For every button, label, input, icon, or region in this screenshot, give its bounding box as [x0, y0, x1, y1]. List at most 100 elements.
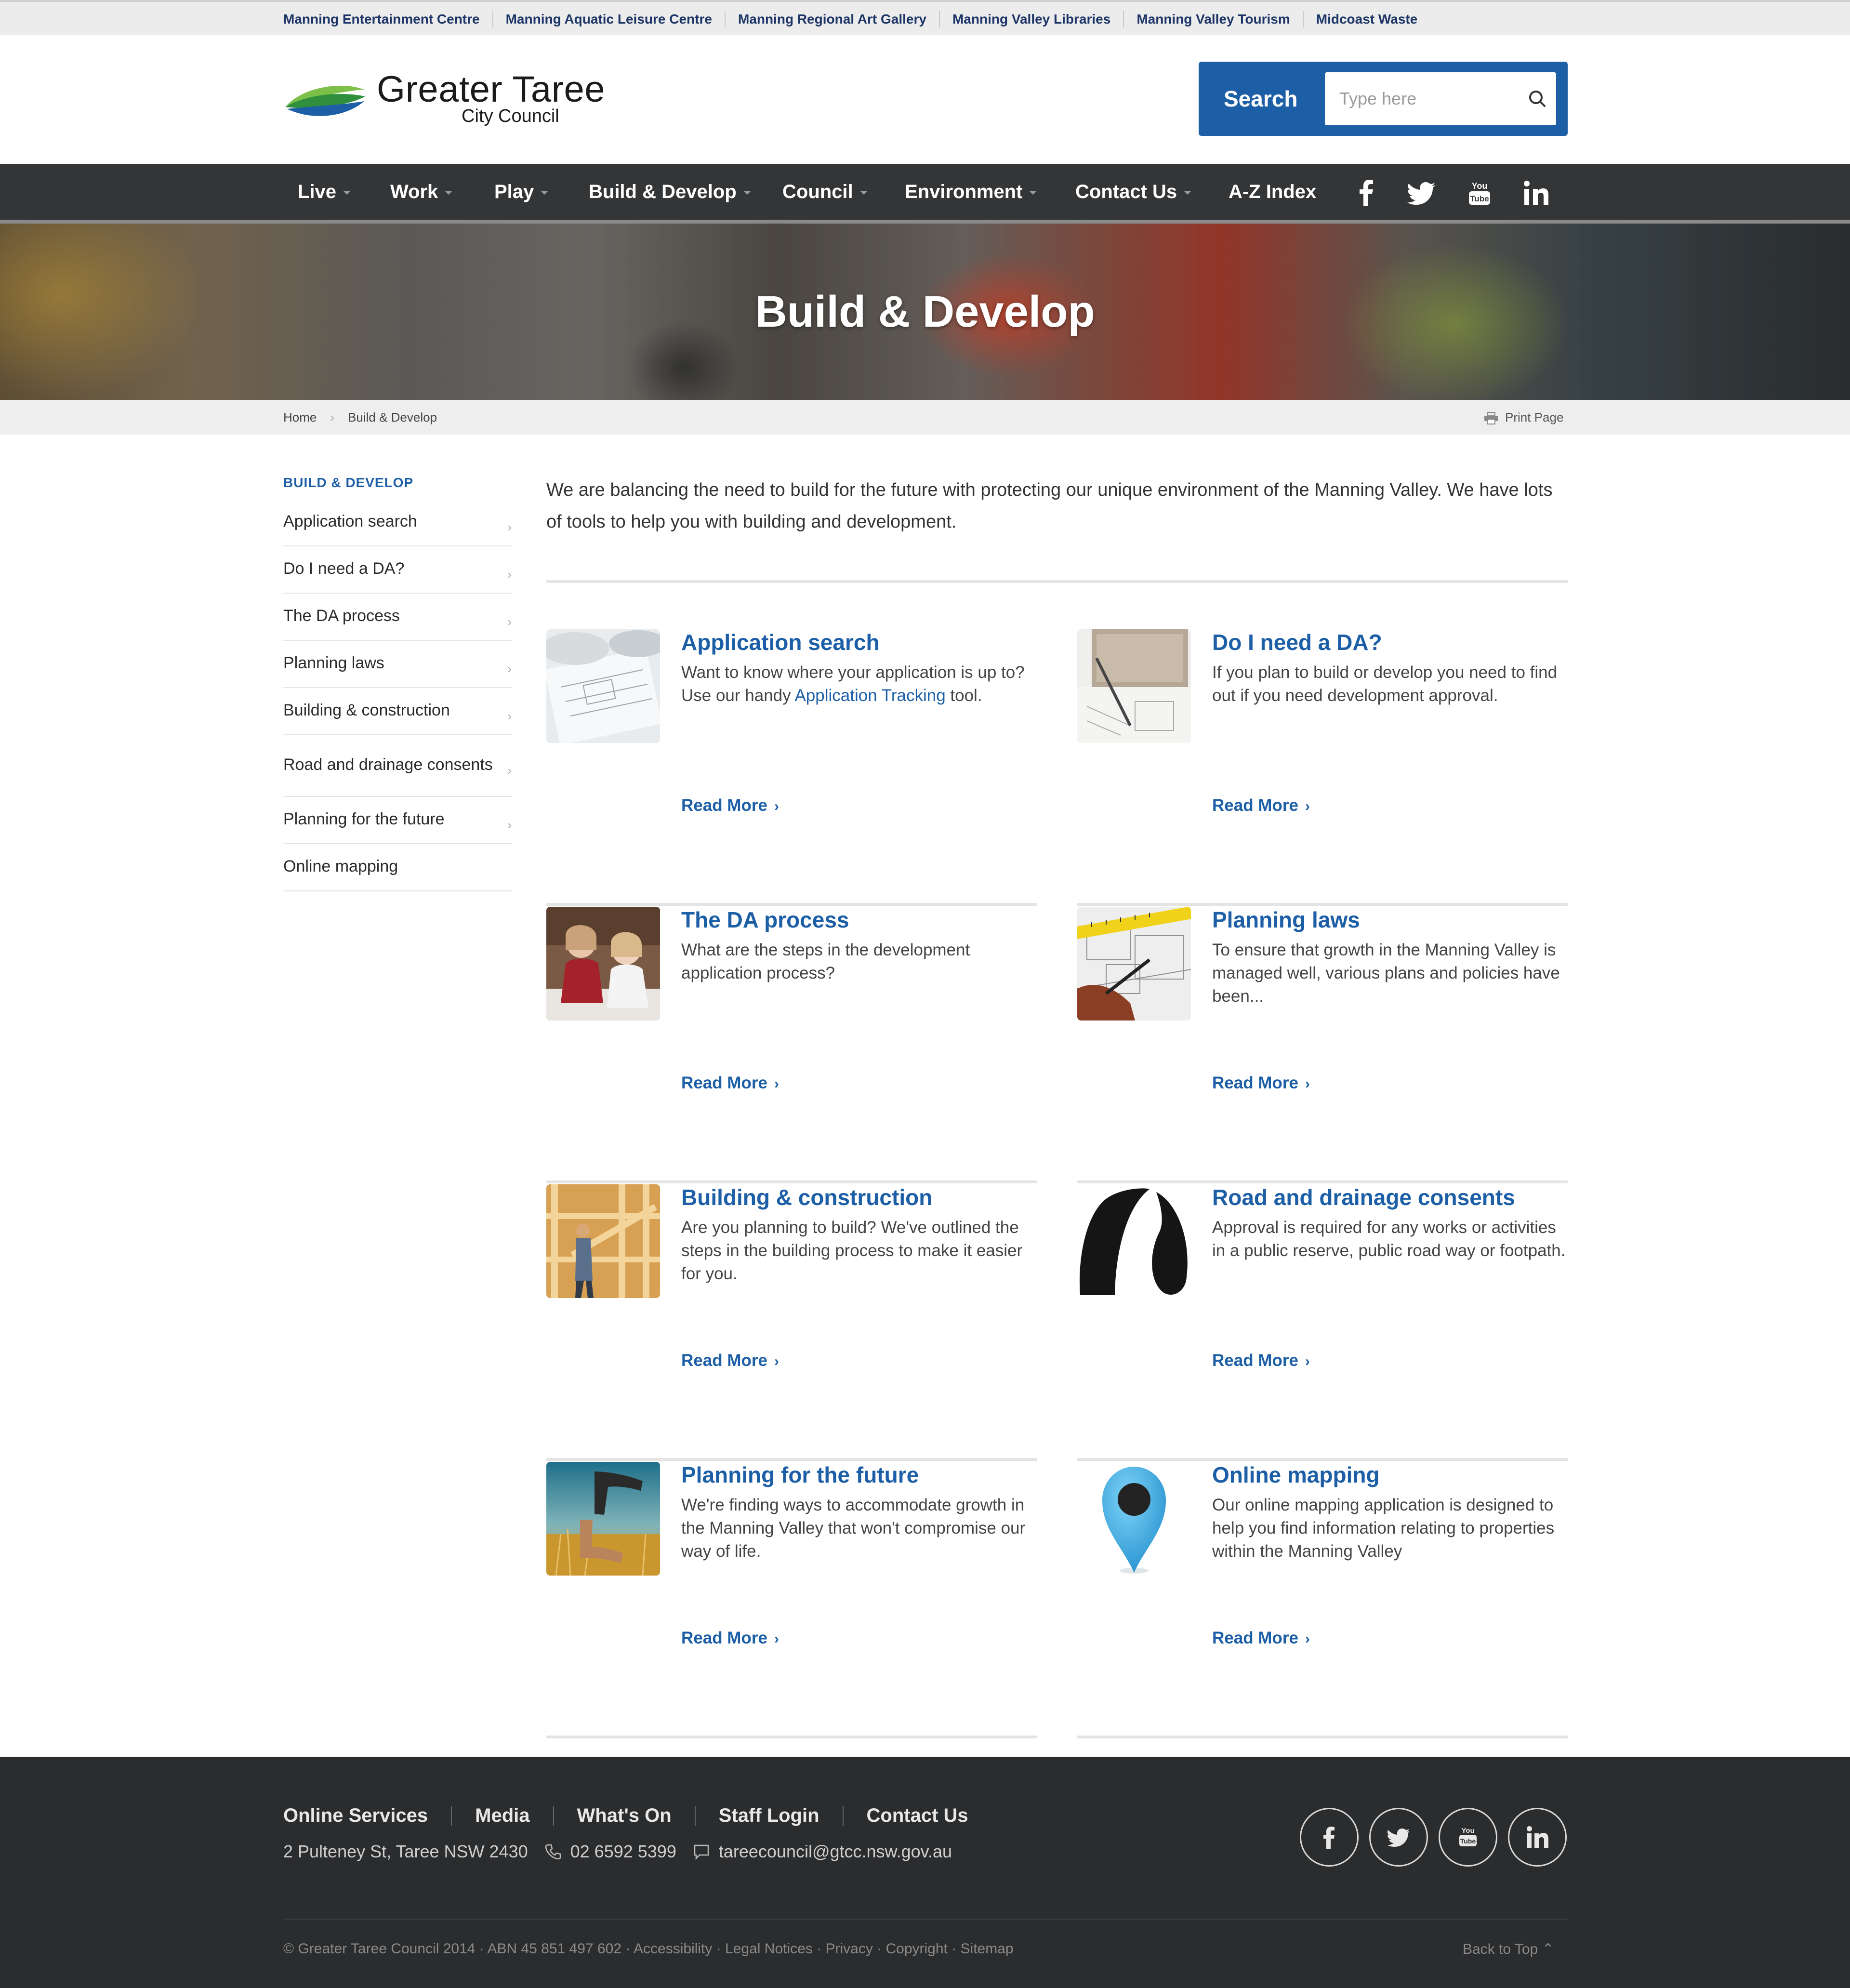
nav-item-environment[interactable]: Environment	[905, 164, 1037, 220]
card-image-wheat-field[interactable]	[546, 1462, 660, 1576]
read-more-link[interactable]: Read More ›	[1212, 1074, 1310, 1093]
svg-text:You: You	[1472, 181, 1488, 191]
sidebar-item-online-mapping[interactable]: Online mapping	[283, 844, 513, 891]
chevron-right-icon: ›	[507, 614, 512, 629]
footer-link-staff-login[interactable]: Staff Login	[719, 1805, 819, 1827]
footer-phone[interactable]: 02 6592 5399	[570, 1842, 676, 1862]
card-planning-laws: Planning laws To ensure that growth in t…	[1077, 907, 1568, 1183]
linkedin-icon[interactable]	[1520, 178, 1553, 207]
site-logo[interactable]: Greater Taree City Council	[284, 68, 631, 126]
read-more-label: Read More	[681, 1074, 767, 1092]
breadcrumb-home[interactable]: Home	[283, 410, 317, 424]
card-title[interactable]: Application search	[681, 629, 880, 655]
application-tracking-link[interactable]: Application Tracking	[794, 686, 945, 705]
read-more-link[interactable]: Read More ›	[681, 796, 779, 815]
card-title[interactable]: Building & construction	[681, 1184, 932, 1210]
nav-label: Live	[298, 181, 337, 202]
read-more-link[interactable]: Read More ›	[1212, 796, 1310, 815]
sidebar-item-do-i-need-a-da[interactable]: Do I need a DA? ›	[283, 546, 513, 594]
nav-item-contact-us[interactable]: Contact Us	[1075, 164, 1192, 220]
footer-link-whats-on[interactable]: What's On	[577, 1805, 672, 1827]
breadcrumb-separator-icon: ›	[330, 410, 335, 424]
logo-subtitle: City Council	[462, 106, 559, 126]
read-more-link[interactable]: Read More ›	[681, 1074, 779, 1093]
sidebar-item-application-search[interactable]: Application search ›	[283, 499, 513, 546]
card-image-blueprints[interactable]	[546, 629, 660, 743]
nav-label: A-Z Index	[1229, 181, 1317, 202]
footer-link-contact-us[interactable]: Contact Us	[867, 1805, 968, 1827]
nav-item-council[interactable]: Council	[782, 164, 868, 220]
back-to-top-link[interactable]: Back to Top ⌃	[1463, 1941, 1554, 1958]
twitter-icon[interactable]	[1406, 178, 1440, 207]
youtube-icon[interactable]: You Tube	[1463, 178, 1496, 207]
card-title[interactable]: The DA process	[681, 907, 849, 933]
twitter-icon	[1387, 1829, 1410, 1847]
sidebar-item-planning-laws[interactable]: Planning laws ›	[283, 641, 513, 688]
card-title[interactable]: Do I need a DA?	[1212, 629, 1382, 655]
main-navigation: Live Work Play Build & Develop Council E…	[0, 164, 1850, 224]
read-more-link[interactable]: Read More ›	[681, 1351, 779, 1370]
divider	[546, 903, 1037, 906]
nav-item-build-develop[interactable]: Build & Develop	[589, 164, 751, 220]
chevron-right-icon: ›	[1305, 1076, 1310, 1092]
site-footer: Online Services Media What's On Staff Lo…	[0, 1757, 1850, 1988]
read-more-label: Read More	[681, 796, 767, 815]
nav-item-work[interactable]: Work	[390, 164, 453, 220]
chevron-right-icon: ›	[774, 1076, 779, 1092]
card-planning-future: Planning for the future We're finding wa…	[546, 1462, 1037, 1738]
nav-label: Build & Develop	[589, 181, 737, 202]
sidebar-item-road-drainage[interactable]: Road and drainage consents ›	[283, 735, 513, 797]
map-pin-icon[interactable]	[1077, 1462, 1191, 1576]
card-image-timber-frame[interactable]	[546, 1184, 660, 1298]
breadcrumb-current[interactable]: Build & Develop	[348, 410, 437, 424]
chevron-down-icon	[343, 191, 351, 195]
card-title[interactable]: Planning laws	[1212, 907, 1360, 933]
sidebar-heading[interactable]: BUILD & DEVELOP	[283, 475, 513, 499]
card-description: We're finding ways to accommodate growth…	[681, 1496, 1026, 1561]
sidebar-item-building-construction[interactable]: Building & construction ›	[283, 688, 513, 735]
divider	[1077, 1180, 1568, 1183]
breadcrumb: Home › Build & Develop	[283, 400, 437, 435]
road-drainage-icon[interactable]	[1077, 1184, 1191, 1298]
utility-link-libraries[interactable]: Manning Valley Libraries	[938, 11, 1123, 27]
utility-link-midcoast-waste[interactable]: Midcoast Waste	[1302, 11, 1430, 27]
footer-email[interactable]: tareecouncil@gtcc.nsw.gov.au	[719, 1842, 952, 1862]
utility-link-aquatic-centre[interactable]: Manning Aquatic Leisure Centre	[492, 11, 725, 27]
nav-item-live[interactable]: Live	[298, 164, 351, 220]
read-more-label: Read More	[1212, 796, 1298, 815]
read-more-link[interactable]: Read More ›	[1212, 1629, 1310, 1648]
sidebar-item-label: Do I need a DA?	[283, 559, 405, 578]
printer-icon	[1484, 412, 1498, 425]
read-more-link[interactable]: Read More ›	[1212, 1351, 1310, 1370]
card-image-tape-measure[interactable]	[1077, 907, 1191, 1021]
sidebar-item-da-process[interactable]: The DA process ›	[283, 594, 513, 641]
utility-link-art-gallery[interactable]: Manning Regional Art Gallery	[724, 11, 939, 27]
search-input[interactable]	[1325, 72, 1556, 125]
read-more-label: Read More	[681, 1351, 767, 1370]
nav-item-play[interactable]: Play	[494, 164, 549, 220]
card-title[interactable]: Planning for the future	[681, 1462, 919, 1488]
card-image-plans-laptop[interactable]	[1077, 629, 1191, 743]
utility-link-entertainment-centre[interactable]: Manning Entertainment Centre	[283, 11, 492, 27]
card-image-meeting[interactable]	[546, 907, 660, 1021]
print-page-button[interactable]: Print Page	[1484, 400, 1563, 435]
site-header: Greater Taree City Council Search	[0, 35, 1850, 164]
footer-twitter-button[interactable]	[1369, 1808, 1428, 1867]
utility-link-tourism[interactable]: Manning Valley Tourism	[1123, 11, 1302, 27]
footer-link-media[interactable]: Media	[475, 1805, 529, 1827]
footer-facebook-button[interactable]	[1300, 1808, 1359, 1867]
nav-item-a-z-index[interactable]: A-Z Index	[1229, 164, 1316, 220]
sidebar-item-label: Planning for the future	[283, 810, 445, 828]
card-title[interactable]: Online mapping	[1212, 1462, 1380, 1488]
read-more-link[interactable]: Read More ›	[681, 1629, 779, 1648]
chevron-right-icon: ›	[507, 662, 512, 676]
facebook-icon[interactable]	[1349, 178, 1383, 207]
footer-linkedin-button[interactable]	[1508, 1808, 1567, 1867]
search-icon[interactable]	[1526, 88, 1548, 110]
footer-link-online-services[interactable]: Online Services	[283, 1805, 428, 1827]
footer-youtube-button[interactable]: You Tube	[1439, 1808, 1497, 1867]
footer-address: 2 Pulteney St, Taree NSW 2430	[283, 1842, 528, 1861]
chevron-down-icon	[445, 191, 453, 195]
sidebar-item-planning-future[interactable]: Planning for the future ›	[283, 797, 513, 844]
card-title[interactable]: Road and drainage consents	[1212, 1184, 1515, 1210]
